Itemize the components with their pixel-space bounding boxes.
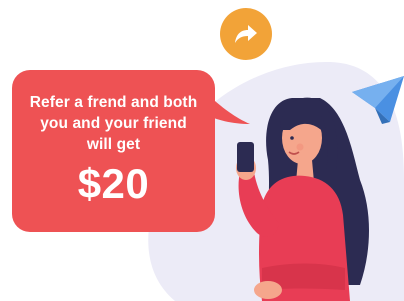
referral-message: Refer a frend and both you and your frie… xyxy=(29,94,198,153)
referral-message-bubble: Refer a frend and both you and your frie… xyxy=(12,70,215,232)
referral-card: Refer a frend and both you and your frie… xyxy=(0,0,404,301)
referral-amount: $20 xyxy=(77,160,150,207)
share-button[interactable] xyxy=(220,8,272,60)
share-arrow-icon xyxy=(235,25,257,43)
